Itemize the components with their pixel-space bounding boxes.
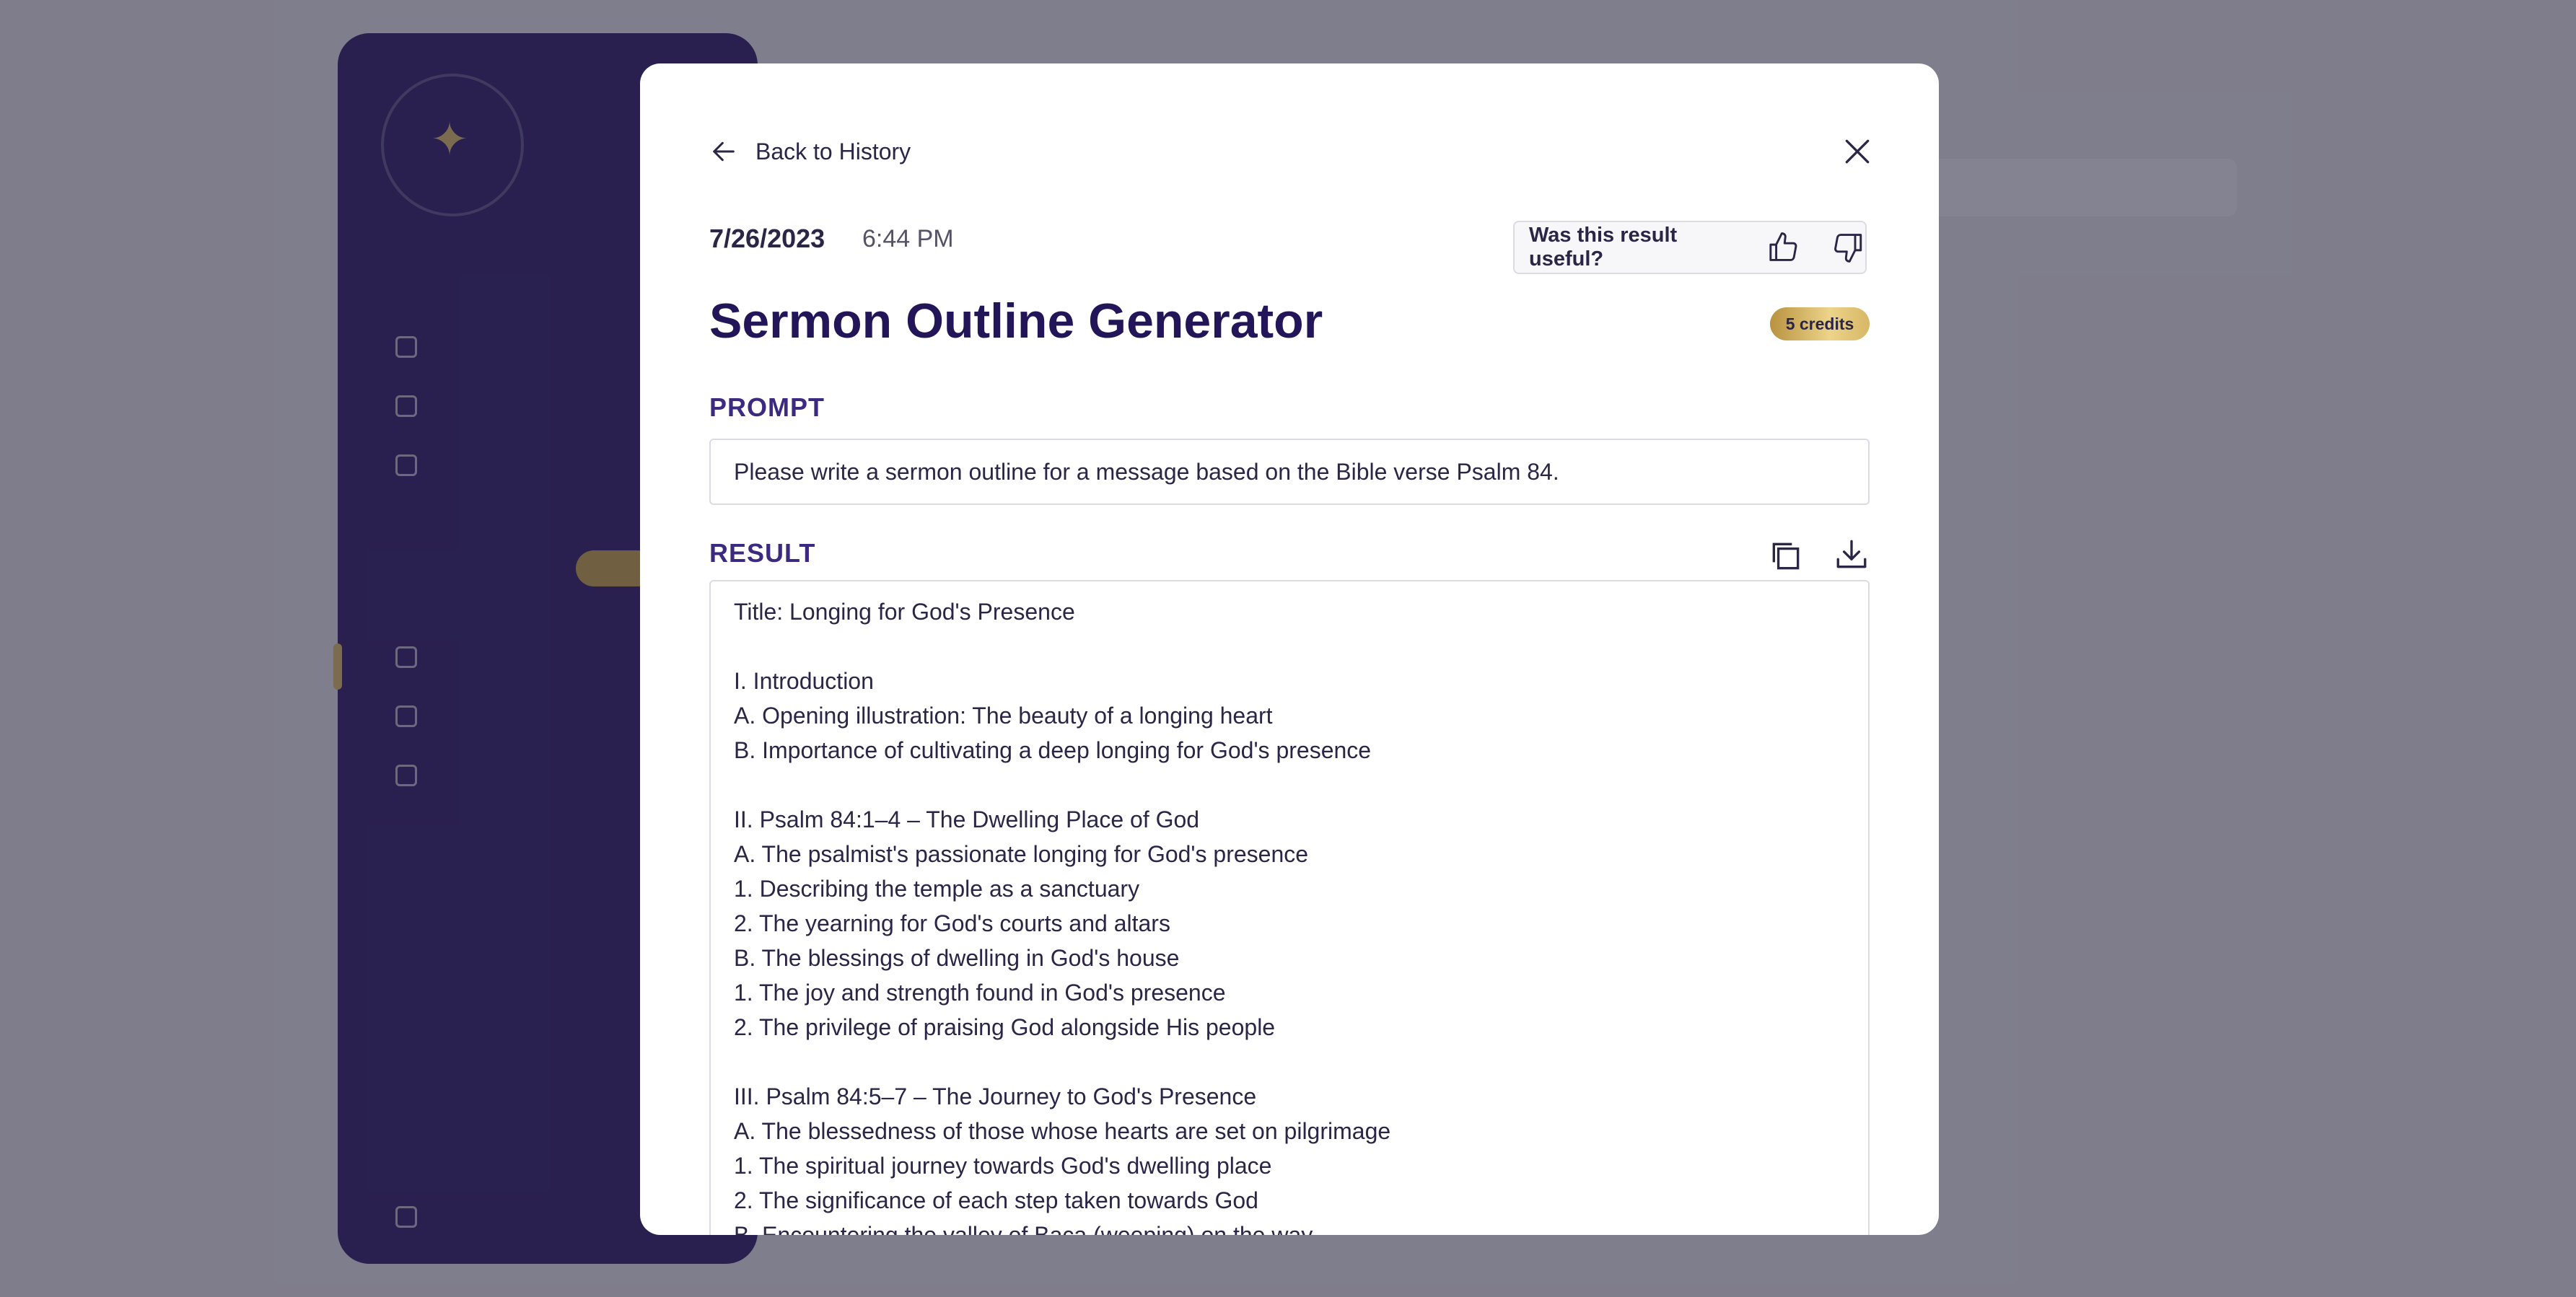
- result-line: III. Psalm 84:5–7 – The Journey to God's…: [734, 1083, 1257, 1109]
- credits-badge: 5 credits: [1770, 307, 1870, 340]
- feedback-question: Was this result useful?: [1529, 224, 1678, 271]
- result-line: 1. Describing the temple as a sanctuary: [734, 876, 1140, 902]
- result-line: 2. The yearning for God's courts and alt…: [734, 910, 1170, 936]
- prompt-label: PROMPT: [709, 392, 825, 422]
- thumbs-up-icon[interactable]: [1766, 230, 1800, 265]
- result-line: [734, 1045, 1845, 1079]
- close-icon[interactable]: [1841, 136, 1873, 167]
- copy-icon[interactable]: [1768, 538, 1804, 574]
- result-line: I. Introduction: [734, 668, 874, 694]
- feedback-box: Was this result useful?: [1513, 221, 1867, 274]
- back-label: Back to History: [755, 138, 911, 164]
- result-line: 1. The spiritual journey towards God's d…: [734, 1153, 1272, 1179]
- download-icon[interactable]: [1834, 537, 1870, 573]
- result-line: II. Psalm 84:1–4 – The Dwelling Place of…: [734, 806, 1200, 832]
- thumbs-down-icon[interactable]: [1831, 230, 1865, 265]
- result-line: A. The psalmist's passionate longing for…: [734, 841, 1309, 867]
- result-line: Title: Longing for God's Presence: [734, 599, 1075, 625]
- result-line: A. Opening illustration: The beauty of a…: [734, 703, 1273, 729]
- result-line: [734, 768, 1845, 802]
- result-line: B. The blessings of dwelling in God's ho…: [734, 945, 1180, 971]
- result-line: A. The blessedness of those whose hearts…: [734, 1118, 1391, 1144]
- result-line: B. Importance of cultivating a deep long…: [734, 737, 1372, 763]
- result-label: RESULT: [709, 538, 816, 568]
- back-to-history-link[interactable]: Back to History: [709, 137, 911, 166]
- result-line: [734, 629, 1845, 664]
- result-text-area[interactable]: Title: Longing for God's Presence I. Int…: [709, 580, 1870, 1235]
- result-line: 1. The joy and strength found in God's p…: [734, 980, 1226, 1006]
- tool-title: Sermon Outline Generator: [709, 294, 1323, 348]
- result-date: 7/26/2023: [709, 224, 825, 253]
- result-line: 2. The significance of each step taken t…: [734, 1187, 1258, 1213]
- prompt-text: Please write a sermon outline for a mess…: [709, 439, 1870, 505]
- result-time: 6:44 PM: [862, 225, 954, 252]
- result-line: B. Encountering the valley of Baca (weep…: [734, 1222, 1313, 1235]
- result-line: 2. The privilege of praising God alongsi…: [734, 1014, 1276, 1040]
- history-detail-modal: Back to History 7/26/2023 6:44 PM Was th…: [640, 63, 1939, 1235]
- arrow-left-icon: [713, 141, 735, 162]
